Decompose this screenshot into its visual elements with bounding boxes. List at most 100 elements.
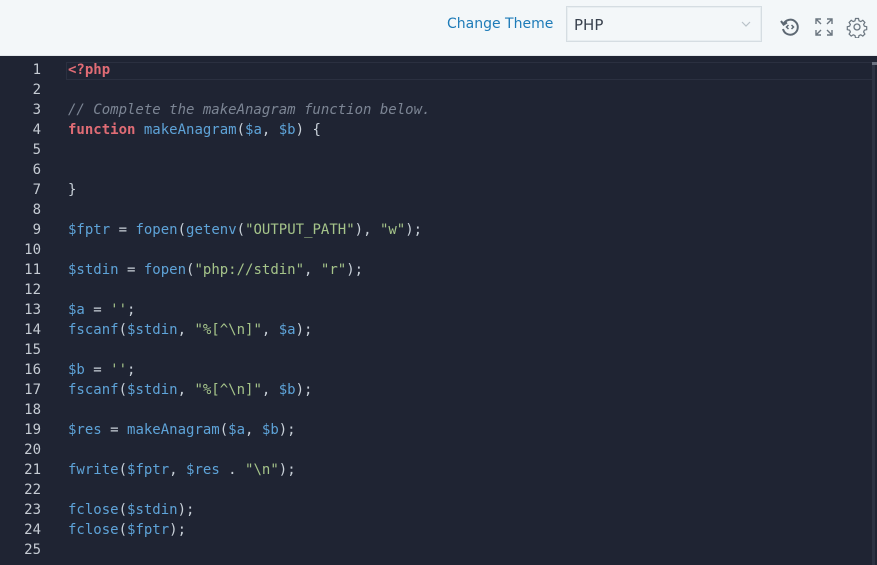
code-line[interactable]: 25 — [0, 540, 877, 560]
code-line[interactable]: 6 — [0, 160, 877, 180]
code-token: makeAnagram — [127, 422, 220, 438]
code-token: ( — [118, 462, 128, 478]
code-token: , — [261, 122, 279, 138]
code-token: ); — [278, 422, 296, 438]
code-token: ) { — [295, 122, 321, 138]
code-line[interactable]: 7} — [0, 180, 877, 200]
code-token: = — [101, 422, 128, 438]
line-number: 18 — [24, 402, 41, 418]
code-line[interactable]: 13 $a = ''; — [0, 300, 877, 320]
line-number: 10 — [24, 242, 41, 258]
code-line[interactable]: 14 fscanf($stdin, "%[^\n]", $a); — [0, 320, 877, 340]
active-line-highlight — [66, 62, 874, 80]
line-code: fclose($stdin); — [68, 500, 194, 520]
line-number: 13 — [24, 302, 41, 318]
code-line[interactable]: 24 fclose($fptr); — [0, 520, 877, 540]
code-token: fclose — [68, 502, 119, 518]
code-token: ); — [295, 382, 313, 398]
fullscreen-icon[interactable] — [813, 16, 835, 38]
code-line[interactable]: 21 fwrite($fptr, $res . "\n"); — [0, 460, 877, 480]
code-token: '' — [110, 302, 128, 318]
code-line[interactable]: 12 — [0, 280, 877, 300]
code-token: fclose — [68, 522, 119, 538]
code-token: $a — [245, 122, 262, 138]
settings-gear-icon[interactable] — [846, 16, 868, 38]
code-token: "r" — [320, 262, 347, 278]
line-code: fscanf($stdin, "%[^\n]", $a); — [68, 320, 312, 340]
code-token: '' — [110, 362, 128, 378]
editor-toolbar: Change Theme PHP — [0, 0, 877, 56]
change-theme-link[interactable]: Change Theme — [447, 16, 553, 32]
code-token: = — [84, 362, 111, 378]
code-token: "\n" — [245, 462, 279, 478]
code-token: $a — [228, 422, 246, 438]
code-line[interactable]: 16 $b = ''; — [0, 360, 877, 380]
code-token: ( — [118, 502, 128, 518]
line-code: $a = ''; — [68, 300, 135, 320]
code-token: ( — [236, 122, 246, 138]
code-line[interactable]: 9 $fptr = fopen(getenv("OUTPUT_PATH"), "w… — [0, 220, 877, 240]
code-token: , — [261, 382, 279, 398]
code-token: = — [118, 262, 144, 278]
restore-code-icon[interactable] — [779, 16, 801, 38]
code-token: ); — [295, 322, 313, 338]
code-token: $res — [186, 462, 220, 478]
line-number: 22 — [24, 482, 41, 498]
code-line[interactable]: 15 — [0, 340, 877, 360]
code-token: function — [68, 122, 136, 138]
code-line[interactable]: 17 fscanf($stdin, "%[^\n]", $b); — [0, 380, 877, 400]
code-line[interactable]: 5 — [0, 140, 877, 160]
code-token: ); — [278, 462, 296, 478]
line-code: $res = makeAnagram($a, $b); — [68, 420, 296, 440]
line-code: // Complete the makeAnagram function bel… — [68, 100, 430, 120]
code-line[interactable]: 20 — [0, 440, 877, 460]
code-line[interactable]: 19 $res = makeAnagram($a, $b); — [0, 420, 877, 440]
code-token: "OUTPUT_PATH" — [245, 222, 355, 238]
code-line[interactable]: 18 — [0, 400, 877, 420]
code-token: , — [177, 322, 195, 338]
code-token: fopen — [143, 262, 187, 278]
code-token: $a — [278, 322, 296, 338]
editor-scrollbar[interactable] — [872, 62, 875, 565]
code-line[interactable]: 10 — [0, 240, 877, 260]
code-token: // Complete the makeAnagram function bel… — [68, 102, 431, 118]
code-token: , — [169, 462, 187, 478]
code-token: ( — [118, 322, 128, 338]
line-number: 21 — [24, 462, 41, 478]
code-line[interactable]: 22 — [0, 480, 877, 500]
code-editor[interactable]: 1 <?php 2 3// Complete the makeAnagram func… — [0, 56, 877, 565]
line-number: 11 — [24, 262, 41, 278]
line-number: 12 — [24, 282, 41, 298]
code-token: $stdin — [127, 322, 178, 338]
code-line[interactable]: 11 $stdin = fopen("php://stdin", "r"); — [0, 260, 877, 280]
line-number: 25 — [24, 542, 41, 558]
code-line[interactable]: 8 — [0, 200, 877, 220]
line-code: fscanf($stdin, "%[^\n]", $b); — [68, 380, 312, 400]
line-number: 2 — [32, 82, 41, 98]
code-token: $b — [278, 122, 296, 138]
code-token: ( — [177, 222, 187, 238]
line-number: 20 — [24, 442, 41, 458]
language-select[interactable]: PHP — [566, 6, 762, 42]
code-token: ), — [354, 222, 380, 238]
code-token: $stdin — [68, 262, 119, 278]
line-number: 9 — [32, 222, 41, 238]
code-line[interactable]: 23 fclose($stdin); — [0, 500, 877, 520]
code-token: $b — [68, 362, 85, 378]
code-line[interactable]: 4 function makeAnagram($a, $b) { — [0, 120, 877, 140]
code-token: $stdin — [127, 382, 178, 398]
line-number: 8 — [32, 202, 41, 218]
code-token: ); — [405, 222, 423, 238]
code-token: = — [84, 302, 111, 318]
code-token: $fptr — [127, 522, 170, 538]
code-token: , — [245, 422, 262, 438]
code-token: "w" — [379, 222, 406, 238]
code-line[interactable]: 2 — [0, 80, 877, 100]
editor-scrollbar-thumb[interactable] — [872, 62, 877, 65]
code-token: "%[^\n]" — [194, 382, 262, 398]
code-token: . — [219, 462, 246, 478]
code-token: ( — [118, 522, 128, 538]
code-token: ( — [219, 422, 229, 438]
code-token: $a — [68, 302, 85, 318]
code-line[interactable]: 3 // Complete the makeAnagram function be… — [0, 100, 877, 120]
